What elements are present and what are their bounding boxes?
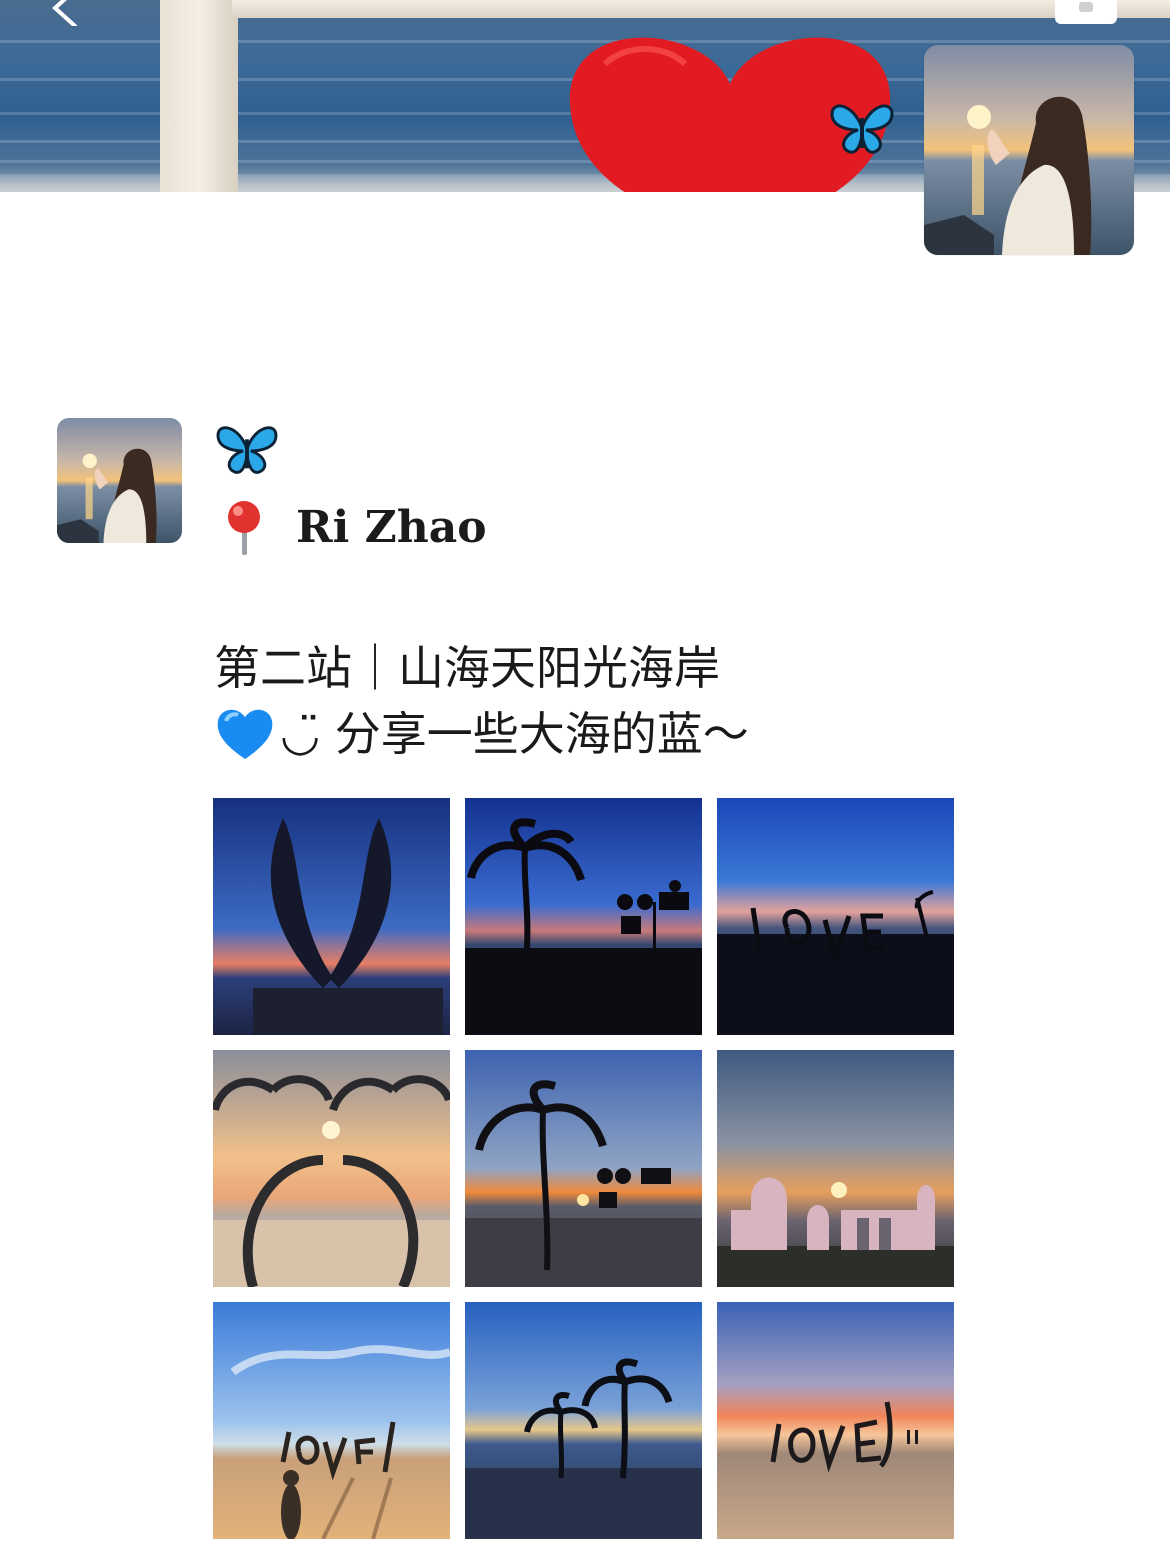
photo-tile[interactable] bbox=[465, 1302, 702, 1539]
photo-tile[interactable] bbox=[213, 1302, 450, 1539]
butterfly-icon[interactable] bbox=[214, 420, 280, 478]
location-row[interactable]: Ri Zhao bbox=[214, 497, 487, 557]
location-label[interactable]: Ri Zhao bbox=[296, 502, 487, 553]
photo-tile[interactable] bbox=[465, 1050, 702, 1287]
photo-tile[interactable] bbox=[465, 798, 702, 1035]
profile-avatar[interactable] bbox=[924, 45, 1134, 255]
photo-tile[interactable] bbox=[213, 798, 450, 1035]
camera-button[interactable] bbox=[1055, 0, 1117, 24]
post-avatar[interactable] bbox=[57, 418, 182, 543]
frame-beam bbox=[232, 0, 1170, 18]
caption-line-2: ◡̈ 分享一些大海的蓝～ bbox=[280, 707, 749, 761]
caption-line-1: 第二站｜山海天阳光海岸 bbox=[214, 641, 720, 695]
butterfly-icon bbox=[830, 104, 894, 154]
photo-tile[interactable] bbox=[213, 1050, 450, 1287]
frame-post bbox=[160, 0, 238, 192]
photo-tile[interactable] bbox=[717, 798, 954, 1035]
blue-heart-icon bbox=[217, 709, 273, 759]
pin-icon bbox=[228, 501, 260, 555]
post-caption: 第二站｜山海天阳光海岸 ◡̈ 分享一些大海的蓝～ bbox=[214, 635, 974, 767]
photo-tile[interactable] bbox=[717, 1302, 954, 1539]
back-arrow-icon[interactable] bbox=[45, 0, 85, 26]
photo-tile[interactable] bbox=[717, 1050, 954, 1287]
photo-grid bbox=[213, 798, 954, 1539]
